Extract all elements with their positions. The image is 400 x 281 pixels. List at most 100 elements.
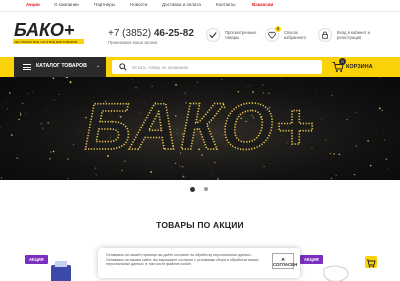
lock-icon <box>318 28 332 42</box>
hero-banner[interactable]: БАКО+ <box>0 77 400 180</box>
viewed-products-label: Просмотренные товары <box>225 30 257 40</box>
sparkle <box>44 110 46 112</box>
sparkle <box>106 175 107 176</box>
sparkle <box>369 164 372 167</box>
cookie-consent-text: Оставаясь на нашей странице вы даёте сог… <box>106 253 259 267</box>
sparkle <box>383 129 385 131</box>
search-input[interactable] <box>132 62 312 72</box>
sparkle <box>94 167 97 169</box>
sparkle <box>261 77 263 79</box>
phone-note: Принимаем ваши звонки <box>108 40 158 45</box>
sparkle <box>315 90 317 92</box>
sparkle <box>79 130 81 132</box>
sparkle <box>95 174 97 176</box>
sparkle <box>131 79 133 81</box>
cookie-accept-button[interactable]: Я СОГЛАСЕН <box>272 253 297 269</box>
site-logo[interactable]: БАКО+ НЕ ТОЛЬКО ВСЕ, НО И ВСЁ ДЛЯ ТОВАРО… <box>13 18 85 50</box>
chevron-down-icon: ⌄ <box>96 63 101 69</box>
login-label: Вход в кабинет и регистрация <box>337 30 370 40</box>
sparkle <box>355 145 357 147</box>
logo-tagline: НЕ ТОЛЬКО ВСЕ, НО И ВСЁ ДЛЯ ТОВАРОВ <box>15 40 77 44</box>
sparkle <box>6 108 9 110</box>
sparkle <box>42 127 44 129</box>
promo-section-title: ТОВАРЫ ПО АКЦИИ <box>156 220 244 230</box>
sparkle <box>47 121 50 124</box>
sparkle <box>262 84 264 86</box>
search-box <box>112 60 322 74</box>
sparkle <box>25 113 27 115</box>
slider-dot-1[interactable] <box>190 186 195 192</box>
sparkle <box>281 78 283 79</box>
sparkle <box>11 134 13 136</box>
nav-link-about[interactable]: О компании <box>54 2 79 7</box>
sparkle <box>179 165 181 167</box>
sparkle <box>385 158 388 161</box>
sparkle <box>27 93 29 94</box>
sparkle <box>325 139 327 141</box>
sparkle <box>50 151 52 153</box>
cart-button[interactable]: 0 КОРЗИНА <box>332 58 392 75</box>
sparkle <box>49 157 51 160</box>
promo-product-card-right[interactable]: АКЦИЯ <box>300 255 355 281</box>
nav-link-contacts[interactable]: Контакты <box>216 2 235 7</box>
sparkle <box>338 153 340 156</box>
cart-count-badge: 0 <box>339 58 346 65</box>
nav-link-promotions[interactable]: Акции <box>26 2 40 7</box>
sparkle <box>249 85 251 87</box>
sparkle <box>221 78 223 81</box>
sparkle <box>67 80 68 82</box>
favorites-count-badge: 0 <box>275 26 281 32</box>
sparkle <box>175 83 178 86</box>
sparkle <box>330 177 333 180</box>
sparkle <box>354 112 356 113</box>
sparkle <box>386 168 388 170</box>
sparkle <box>40 122 43 125</box>
sparkle <box>151 85 153 87</box>
sparkle <box>20 114 22 116</box>
sparkle <box>320 119 322 120</box>
sparkle <box>217 178 219 180</box>
phone-number[interactable]: +7 (3852) 46-25-82 <box>108 28 194 39</box>
sparkle <box>30 167 32 169</box>
product-image <box>51 261 71 281</box>
slider-pagination <box>188 186 218 192</box>
catalog-button-label: КАТАЛОГ ТОВАРОВ <box>36 63 87 69</box>
sparkle <box>73 144 75 146</box>
catalog-search-bar: КАТАЛОГ ТОВАРОВ ⌄ 0 КОРЗИНА <box>0 57 400 77</box>
sparkle <box>52 77 55 80</box>
sparkle <box>5 101 6 103</box>
hero-banner-logo-text: БАКО+ <box>84 89 315 163</box>
sparkle <box>18 118 20 121</box>
sparkle <box>182 175 185 178</box>
promo-product-card-left[interactable]: АКЦИЯ <box>25 255 77 281</box>
cart-label: КОРЗИНА <box>346 64 373 70</box>
sparkle <box>67 177 69 180</box>
site-header: БАКО+ НЕ ТОЛЬКО ВСЕ, НО И ВСЁ ДЛЯ ТОВАРО… <box>0 12 400 57</box>
sparkle <box>247 86 249 88</box>
top-navigation: Акции О компании Партнеры Новости Достав… <box>0 0 400 12</box>
sparkle <box>367 139 369 142</box>
sparkle <box>69 81 72 84</box>
sparkle <box>74 107 75 109</box>
sparkle <box>197 81 199 83</box>
logo-wordmark: БАКО+ <box>14 20 75 40</box>
sparkle <box>121 169 123 172</box>
sparkle <box>22 102 24 105</box>
sparkle <box>53 99 56 101</box>
add-to-cart-button[interactable] <box>365 256 377 268</box>
search-icon[interactable] <box>119 63 127 71</box>
sparkle <box>150 171 152 173</box>
menu-icon <box>23 64 31 70</box>
hero-banner-art: БАКО+ <box>0 77 400 180</box>
sparkle <box>357 135 359 136</box>
phone-prefix: +7 (3852) <box>108 28 152 39</box>
nav-link-delivery[interactable]: Доставка и оплата <box>162 2 201 7</box>
catalog-button[interactable]: КАТАЛОГ ТОВАРОВ ⌄ <box>14 57 106 77</box>
nav-link-vacancies[interactable]: Вакансии <box>252 2 273 7</box>
nav-link-news[interactable]: Новости <box>130 2 147 7</box>
nav-link-partners[interactable]: Партнеры <box>94 2 115 7</box>
slider-dot-2[interactable] <box>204 187 208 191</box>
sparkle <box>32 91 34 93</box>
sparkle <box>384 139 386 141</box>
sparkle <box>329 152 332 155</box>
